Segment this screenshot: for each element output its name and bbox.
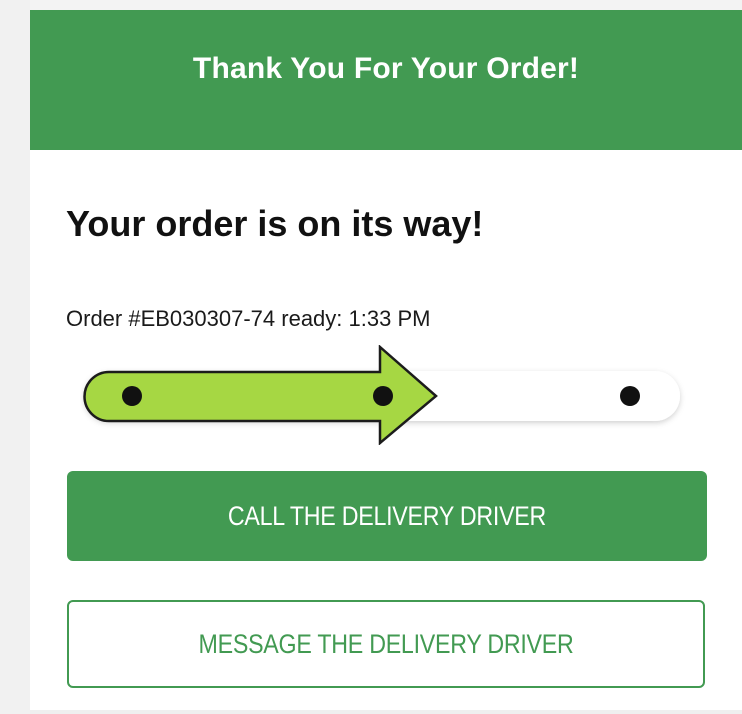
order-confirmation-card: Thank You For Your Order! Your order is … bbox=[30, 10, 742, 714]
order-ready-info: Order #EB030307-74 ready: 1:33 PM bbox=[66, 306, 431, 331]
call-driver-label: CALL THE DELIVERY DRIVER bbox=[227, 500, 547, 531]
status-heading: Your order is on its way! bbox=[66, 203, 484, 244]
divider bbox=[30, 710, 742, 714]
delivery-progress-tracker bbox=[83, 345, 680, 445]
stage-dot-delivered bbox=[620, 386, 640, 406]
header-title: Thank You For Your Order! bbox=[192, 52, 580, 85]
stage-dot-placed bbox=[122, 386, 142, 406]
message-driver-label: MESSAGE THE DELIVERY DRIVER bbox=[198, 628, 574, 659]
message-driver-button[interactable]: MESSAGE THE DELIVERY DRIVER bbox=[67, 600, 705, 688]
header-banner: Thank You For Your Order! bbox=[30, 10, 742, 150]
stage-dot-on-the-way bbox=[373, 386, 393, 406]
page-margin bbox=[0, 0, 30, 714]
call-driver-button[interactable]: CALL THE DELIVERY DRIVER bbox=[67, 471, 707, 561]
